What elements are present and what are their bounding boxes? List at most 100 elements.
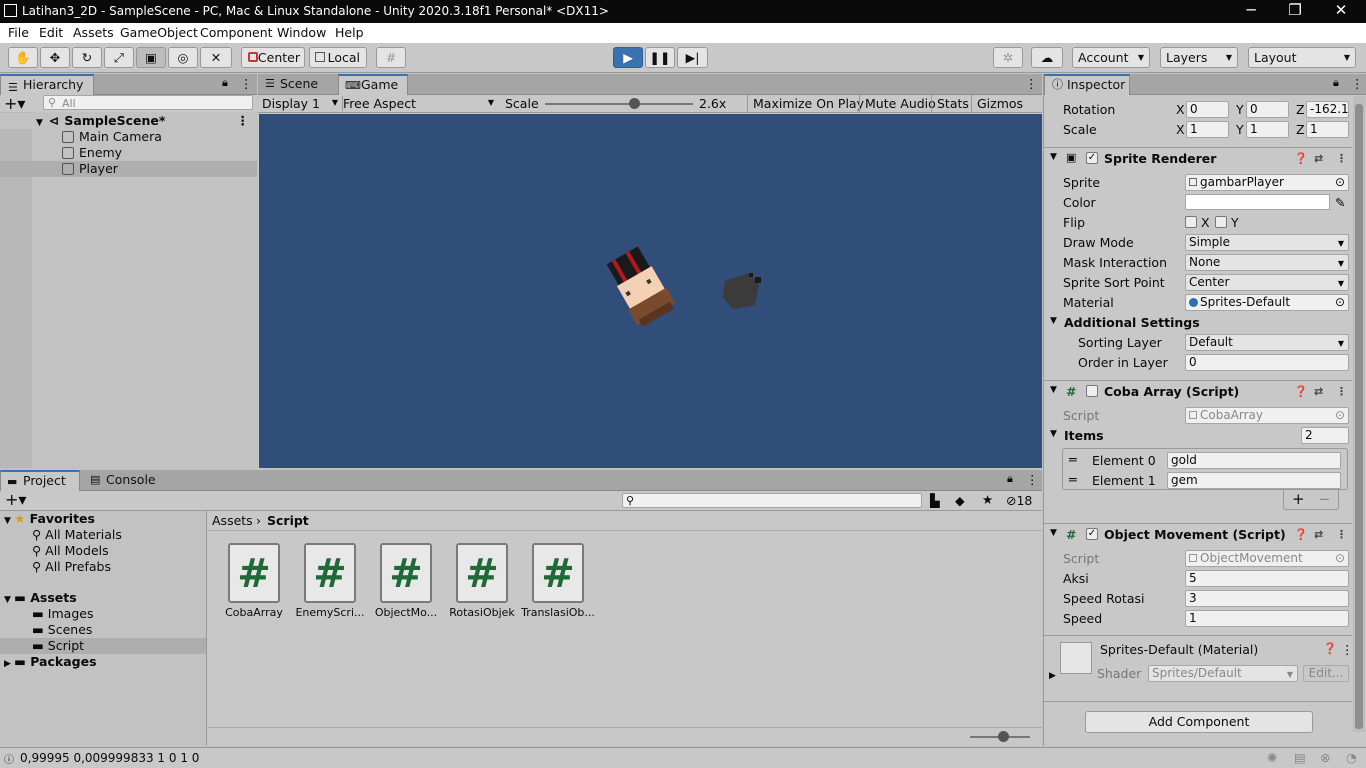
list-item[interactable]: ▬ Scenes (32, 622, 92, 638)
tab-hierarchy[interactable]: ☰ Hierarchy (0, 74, 94, 95)
favorite-star-icon[interactable]: ★ (982, 492, 993, 507)
hidden-packages-icon[interactable]: ⊘18 (1006, 493, 1032, 508)
tab-game[interactable]: ⌨ Game (338, 74, 408, 95)
cache-icon[interactable]: ▤ (1294, 750, 1306, 765)
filter-label-icon[interactable]: ◆ (955, 493, 965, 508)
icon-size-slider-thumb[interactable] (998, 731, 1009, 742)
menu-assets[interactable]: Assets (73, 25, 114, 40)
aspect-dropdown[interactable]: Free Aspect ▼ (342, 96, 496, 111)
sorting-layer-dropdown[interactable]: Default (1185, 334, 1349, 351)
kebab-menu-icon[interactable]: ⋮ (1336, 528, 1347, 541)
object-picker-icon[interactable]: ⊙ (1335, 175, 1345, 190)
list-item[interactable]: ⚲ All Prefabs (32, 559, 111, 575)
add-icon[interactable]: +▾ (5, 490, 26, 509)
minimize-button[interactable]: ─ (1228, 0, 1274, 23)
breadcrumb-script[interactable]: Script (267, 513, 309, 528)
add-element-button[interactable]: + (1292, 490, 1305, 508)
object-picker-icon[interactable]: ⊙ (1335, 295, 1345, 310)
hierarchy-search-input[interactable]: ⚲ All (43, 95, 253, 110)
rotation-y-field[interactable]: 0 (1246, 101, 1289, 118)
close-button[interactable]: ✕ (1318, 0, 1364, 23)
add-icon[interactable]: +▾ (4, 94, 25, 113)
project-search-input[interactable]: ⚲ (622, 493, 922, 508)
shader-edit-button[interactable]: Edit... (1303, 665, 1349, 682)
list-item-selected[interactable]: Player (0, 161, 257, 177)
kebab-menu-icon[interactable]: ⋮ (1336, 152, 1347, 165)
drag-handle-icon[interactable]: ═ (1069, 472, 1077, 487)
object-movement-header[interactable]: ▼ # ✓ Object Movement (Script) ❓ ⇄ ⋮ (1044, 523, 1352, 544)
sprite-renderer-header[interactable]: ▼ ▣ ✓ Sprite Renderer ❓ ⇄ ⋮ (1044, 147, 1352, 168)
rect-tool-icon[interactable]: ▣ (136, 47, 166, 68)
shader-dropdown[interactable]: Sprites/Default (1148, 665, 1298, 682)
pause-button[interactable]: ❚❚ (645, 47, 675, 68)
mask-interaction-dropdown[interactable]: None (1185, 254, 1349, 271)
chevron-down-icon[interactable]: ▼ (1050, 429, 1057, 439)
account-dropdown[interactable]: Account ▼ (1072, 47, 1150, 68)
stats-button[interactable]: Stats (931, 95, 969, 113)
list-item[interactable]: ⚲ All Materials (32, 527, 122, 543)
pivot-local-button[interactable]: Local (309, 47, 367, 68)
lock-icon[interactable]: 🔒︎ (222, 76, 228, 90)
list-item[interactable]: Main Camera (0, 129, 162, 145)
chevron-right-icon[interactable]: ▶ (1049, 671, 1056, 681)
component-enabled-checkbox[interactable]: ✓ (1086, 152, 1098, 164)
scale-y-field[interactable]: 1 (1246, 121, 1289, 138)
file-cobaarray[interactable]: # CobaArray (216, 543, 292, 619)
menu-help[interactable]: Help (335, 25, 364, 40)
pivot-center-button[interactable]: Center (241, 47, 305, 68)
step-button[interactable]: ▶| (677, 47, 708, 68)
game-viewport[interactable] (259, 114, 1042, 468)
gizmos-button[interactable]: Gizmos (971, 95, 1023, 113)
display-dropdown[interactable]: Display 1 ▼ (262, 96, 338, 111)
menu-window[interactable]: Window (277, 25, 326, 40)
lock-icon[interactable]: 🔒︎ (1333, 76, 1339, 90)
maximize-on-play-button[interactable]: Maximize On Play (747, 95, 864, 113)
color-swatch[interactable] (1185, 194, 1330, 210)
assets-row[interactable]: ▼ ▬ Assets (4, 590, 77, 606)
element-0-field[interactable]: gold (1167, 452, 1341, 469)
menu-file[interactable]: File (8, 25, 29, 40)
move-tool-icon[interactable]: ✥ (40, 47, 70, 68)
aksi-field[interactable]: 5 (1185, 570, 1349, 587)
tab-scene[interactable]: ☰ Scene (258, 74, 336, 95)
help-icon[interactable]: ❓ (1323, 642, 1337, 655)
sort-point-dropdown[interactable]: Center (1185, 274, 1349, 291)
list-item[interactable]: ▬ Images (32, 606, 93, 622)
status-text[interactable]: 0,99995 0,009999833 1 0 1 0 (20, 751, 199, 765)
component-enabled-checkbox[interactable] (1086, 385, 1098, 397)
add-component-button[interactable]: Add Component (1085, 711, 1313, 733)
layers-dropdown[interactable]: Layers ▼ (1160, 47, 1238, 68)
tab-console[interactable]: ▤ Console (84, 470, 164, 491)
packages-row[interactable]: ▶ ▬ Packages (4, 654, 97, 670)
favorites-row[interactable]: ▼ ★ Favorites (4, 511, 95, 527)
speed-field[interactable]: 1 (1185, 610, 1349, 627)
presets-icon[interactable]: ⇄ (1314, 385, 1323, 398)
menu-component[interactable]: Component (200, 25, 273, 40)
element-1-field[interactable]: gem (1167, 472, 1341, 489)
file-rotasiobjek[interactable]: # RotasiObjek (444, 543, 520, 619)
restore-button[interactable]: ❐ (1272, 0, 1318, 23)
eyedropper-icon[interactable]: ✎ (1335, 195, 1345, 210)
filter-type-icon[interactable]: ▙ (930, 493, 940, 508)
help-icon[interactable]: ❓ (1294, 528, 1308, 541)
list-item[interactable]: Enemy (0, 145, 122, 161)
scale-z-field[interactable]: 1 (1306, 121, 1349, 138)
flip-y-checkbox[interactable] (1215, 216, 1227, 228)
list-item-selected[interactable]: ▬ Script (0, 638, 206, 654)
flip-x-checkbox[interactable] (1185, 216, 1197, 228)
hand-tool-icon[interactable]: ✋ (8, 47, 38, 68)
kebab-menu-icon[interactable]: ⋮ (1351, 76, 1364, 91)
menu-edit[interactable]: Edit (39, 25, 63, 40)
kebab-menu-icon[interactable]: ⋮ (1336, 385, 1347, 398)
custom-tool-icon[interactable]: ✕ (200, 47, 232, 68)
cloud-icon[interactable]: ☁ (1031, 47, 1063, 68)
play-button[interactable]: ▶ (613, 47, 643, 68)
debug-icon[interactable]: ⊗ (1320, 750, 1330, 765)
component-enabled-checkbox[interactable]: ✓ (1086, 528, 1098, 540)
collab-icon[interactable]: ✲ (993, 47, 1023, 68)
rotation-x-field[interactable]: 0 (1186, 101, 1229, 118)
kebab-menu-icon[interactable]: ⋮ (1341, 642, 1354, 657)
inspector-scroll-thumb[interactable] (1355, 104, 1363, 729)
chevron-down-icon[interactable]: ▼ (1050, 316, 1057, 326)
order-in-layer-field[interactable]: 0 (1185, 354, 1349, 371)
